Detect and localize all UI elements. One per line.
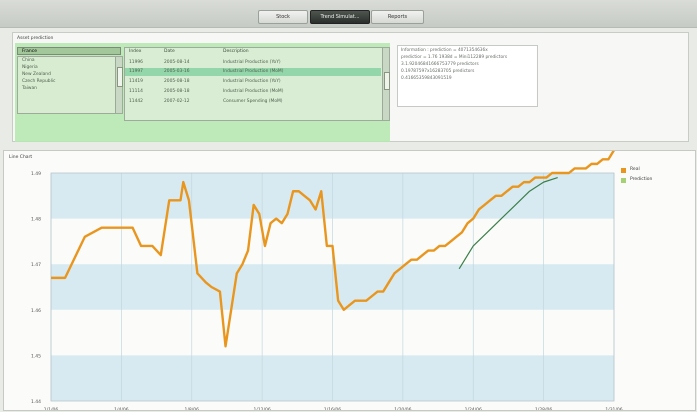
x-tick-label: 1/12/06: [253, 407, 270, 410]
column-header-description: Description: [223, 49, 249, 54]
x-tick-label: 1/8/06: [185, 407, 200, 410]
y-tick-label: 1.44: [31, 399, 41, 405]
asset-prediction-panel: Asset prediction France China Nigeria Ne…: [12, 32, 689, 142]
y-tick-label: 1.49: [31, 171, 41, 177]
country-list[interactable]: China Nigeria New Zealand Czech Republic…: [17, 56, 123, 114]
column-header-date: Date: [164, 49, 175, 54]
country-combo[interactable]: France: [17, 47, 121, 55]
panel-title: Asset prediction: [17, 36, 54, 41]
x-tick-label: 1/20/06: [394, 407, 411, 410]
list-item[interactable]: Nigeria: [18, 64, 122, 71]
cell-description: Industrial Production (MoM): [223, 89, 284, 94]
scroll-thumb[interactable]: [117, 67, 123, 87]
tab-reports[interactable]: Reports: [371, 10, 424, 24]
x-tick-label: 1/28/06: [535, 407, 552, 410]
cell-description: Industrial Production (YoY): [223, 60, 281, 65]
list-item[interactable]: New Zealand: [18, 71, 122, 78]
x-tick-label: 1/1/06: [44, 407, 59, 410]
cell-date: 2005-08-18: [164, 89, 190, 94]
x-tick-label: 1/4/06: [114, 407, 129, 410]
legend-prediction-label: Prediction: [630, 177, 653, 182]
y-tick-label: 1.47: [31, 262, 41, 268]
table-row[interactable]: 11419 2005-08-18 Industrial Production (…: [125, 78, 381, 86]
cell-index: 11997: [129, 69, 143, 74]
scroll-thumb[interactable]: [384, 72, 390, 90]
cell-index: 11419: [129, 79, 143, 84]
x-tick-label: 1/16/06: [324, 407, 341, 410]
country-list-scrollbar[interactable]: [115, 57, 123, 113]
line-chart: 1/1/06 1/4/06 1/8/06 1/12/06 1/16/06 1/20/06 1…: [31, 151, 623, 410]
cell-index: 11442: [129, 99, 143, 104]
prediction-table[interactable]: Index Date Description 11996 2005-08-14 …: [124, 47, 390, 121]
list-item[interactable]: Czech Republic: [18, 78, 122, 85]
top-toolbar: Stock Trend Simulat... Reports: [0, 0, 697, 28]
table-scrollbar[interactable]: [382, 48, 390, 120]
cell-description: Consumer Spending (MoM): [223, 99, 283, 104]
tab-stock[interactable]: Stock: [258, 10, 308, 24]
list-item[interactable]: China: [18, 57, 122, 64]
legend-real-swatch: [621, 168, 626, 173]
cell-date: 2005-08-14: [164, 60, 190, 65]
y-tick-label: 1.46: [31, 308, 41, 314]
y-tick-label: 1.48: [31, 217, 41, 223]
cell-index: 11996: [129, 60, 143, 65]
prediction-results-box[interactable]: Information : prediction = 4071354636x p…: [397, 45, 538, 107]
table-row-selected[interactable]: 11997 2005-03-16 Industrial Production (…: [125, 68, 381, 76]
table-row[interactable]: 11114 2005-08-18 Industrial Production (…: [125, 88, 381, 96]
x-tick-label: 1/24/06: [465, 407, 482, 410]
x-tick-label: 1/31/06: [605, 407, 622, 410]
cell-date: 2005-08-18: [164, 79, 190, 84]
legend-prediction-swatch: [621, 178, 626, 183]
legend-real-label: Real: [630, 167, 640, 172]
cell-date: 2005-03-16: [164, 69, 190, 74]
cell-index: 11114: [129, 89, 143, 94]
cell-date: 2007-02-12: [164, 99, 190, 104]
table-row[interactable]: 11442 2007-02-12 Consumer Spending (MoM): [125, 98, 381, 106]
y-tick-label: 1.45: [31, 353, 41, 359]
tab-trend-simulator[interactable]: Trend Simulat...: [310, 10, 370, 24]
cell-description: Industrial Production (MoM): [223, 69, 284, 74]
cell-description: Industrial Production (YoY): [223, 79, 281, 84]
table-row[interactable]: 11996 2005-08-14 Industrial Production (…: [125, 59, 381, 67]
list-item[interactable]: Taiwan: [18, 85, 122, 92]
line-chart-panel: Line Chart 1/1/061/4/061/8/061/12/061/16…: [3, 150, 696, 411]
column-header-index: Index: [129, 49, 142, 54]
